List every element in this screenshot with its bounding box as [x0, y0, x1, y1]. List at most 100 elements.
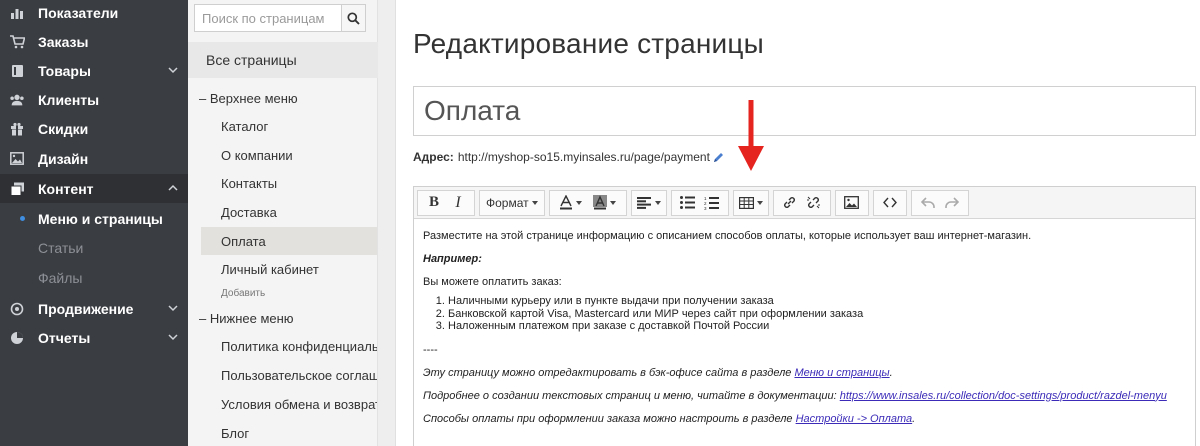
nav-item-customers[interactable]: Клиенты — [0, 85, 188, 114]
background-color-button[interactable] — [588, 191, 622, 215]
source-code-button[interactable] — [878, 191, 902, 215]
nav-sub-files[interactable]: Файлы — [0, 263, 188, 292]
insert-image-button[interactable] — [840, 191, 864, 215]
nav-item-reports[interactable]: Отчеты — [0, 323, 188, 352]
nav-item-products[interactable]: Товары — [0, 56, 188, 85]
page-item[interactable]: Политика конфиденциальности — [201, 332, 377, 360]
pie-chart-icon — [9, 330, 25, 346]
edit-note: Эту страницу можно отредактировать в бэк… — [423, 366, 1186, 380]
main-content: Редактирование страницы Адрес: http://my… — [396, 0, 1200, 446]
address-url: http://myshop-so15.myinsales.ru/page/pay… — [457, 150, 710, 164]
page-search-input[interactable] — [194, 4, 341, 32]
menus-pages-link[interactable]: Меню и страницы — [794, 367, 889, 379]
page-item[interactable]: Пользовательское соглашение — [201, 361, 377, 389]
menu-group-top[interactable]: – Верхнее меню — [199, 91, 298, 106]
bullet-list-button[interactable] — [676, 191, 700, 215]
svg-text:3: 3 — [704, 206, 707, 210]
table-icon — [738, 196, 754, 209]
caret-down-icon — [654, 200, 661, 205]
code-icon — [882, 197, 897, 208]
nav-label: Показатели — [38, 4, 119, 21]
page-item[interactable]: Каталог — [201, 112, 377, 140]
code-group — [872, 189, 907, 216]
settings-note: Способы оплаты при оформлении заказа мож… — [423, 412, 1186, 426]
numbered-list-button[interactable]: 123 — [700, 191, 724, 215]
menu-group-bottom[interactable]: – Нижнее меню — [199, 311, 294, 326]
image-icon — [9, 151, 25, 167]
page-address: Адрес: http://myshop-so15.myinsales.ru/p… — [413, 150, 725, 164]
nav-label: Продвижение — [38, 300, 134, 317]
editor-content[interactable]: Разместите на этой странице информацию с… — [414, 219, 1195, 445]
pencil-icon[interactable] — [712, 151, 725, 164]
rich-text-editor[interactable]: B I Формат 12 3 Разместите на этой стран… — [413, 186, 1196, 446]
unlink-button[interactable] — [802, 191, 826, 215]
nav-item-content[interactable]: Контент — [0, 174, 188, 203]
users-icon — [9, 92, 25, 108]
nav-item-orders[interactable]: Заказы — [0, 27, 188, 56]
nav-sub-articles[interactable]: Статьи — [0, 233, 188, 262]
nav-label: Дизайн — [38, 150, 89, 167]
pages-panel: Все страницы – Верхнее меню Каталог О ко… — [188, 0, 378, 446]
nav-label: Товары — [38, 62, 91, 79]
page-item[interactable]: О компании — [201, 141, 377, 169]
docs-link[interactable]: https://www.insales.ru/collection/doc-se… — [840, 390, 1167, 402]
chevron-down-icon — [168, 334, 178, 341]
panel-scrollbar[interactable] — [378, 0, 396, 446]
page-search — [194, 4, 366, 32]
chevron-down-icon — [168, 67, 178, 74]
table-dropdown[interactable] — [732, 189, 769, 216]
payment-methods-list: Наличными курьеру или в пункте выдачи пр… — [448, 295, 1186, 333]
align-left-icon — [636, 196, 651, 209]
page-item[interactable]: Контакты — [201, 169, 377, 197]
list-item: Банковской картой Visa, Mastercard или М… — [448, 308, 1186, 321]
edit-note-end: . — [889, 366, 893, 379]
background-color-icon — [593, 195, 608, 210]
history-group — [910, 189, 969, 216]
all-pages-link[interactable]: Все страницы — [188, 42, 378, 78]
font-color-button[interactable] — [554, 191, 588, 215]
font-color-icon — [560, 195, 573, 210]
search-icon — [347, 11, 360, 25]
align-dropdown[interactable] — [630, 189, 667, 216]
list-item: Наложенным платежом при заказе с доставк… — [448, 320, 1186, 333]
gift-icon — [9, 121, 25, 137]
search-button[interactable] — [341, 4, 366, 32]
chart-bars-icon — [9, 5, 25, 21]
image-icon — [844, 196, 860, 209]
page-title-input[interactable] — [413, 86, 1196, 136]
page-item[interactable]: Доставка — [201, 198, 377, 226]
target-icon — [9, 301, 25, 317]
pay-label: Вы можете оплатить заказ: — [423, 276, 562, 288]
format-dropdown[interactable]: Формат — [479, 189, 545, 216]
undo-button[interactable] — [916, 191, 940, 215]
numbered-list-icon: 123 — [704, 196, 720, 210]
payment-settings-link[interactable]: Настройки -> Оплата — [796, 413, 913, 425]
bold-button[interactable]: B — [422, 191, 446, 215]
list-group: 123 — [670, 189, 729, 216]
nav-item-design[interactable]: Дизайн — [0, 144, 188, 173]
redo-button[interactable] — [940, 191, 964, 215]
page-item[interactable]: Условия обмена и возврата — [201, 390, 377, 418]
italic-button[interactable]: I — [446, 191, 470, 215]
nav-item-promotion[interactable]: Продвижение — [0, 294, 188, 323]
copy-icon — [9, 181, 25, 197]
main-sidebar: Показатели Заказы Товары Клиенты Скидки … — [0, 0, 188, 446]
undo-icon — [920, 196, 935, 208]
page-item[interactable]: Личный кабинет — [201, 255, 377, 283]
page-item[interactable]: Блог — [201, 419, 377, 446]
cart-icon — [9, 34, 25, 50]
nav-item-dashboard[interactable]: Показатели — [0, 0, 188, 27]
nav-sub-label: Меню и страницы — [38, 210, 163, 227]
link-icon — [784, 197, 796, 208]
nav-sub-label: Файлы — [38, 269, 83, 286]
unlink-icon — [807, 196, 821, 209]
insert-link-button[interactable] — [778, 191, 802, 215]
add-page-link[interactable]: Добавить — [221, 288, 265, 299]
nav-item-discounts[interactable]: Скидки — [0, 114, 188, 143]
caret-down-icon — [531, 200, 538, 205]
book-icon — [9, 63, 25, 79]
image-group — [834, 189, 869, 216]
chevron-down-icon — [168, 305, 178, 312]
nav-sub-menus-pages[interactable]: Меню и страницы — [0, 204, 188, 233]
page-item-selected[interactable]: Оплата — [201, 227, 377, 255]
